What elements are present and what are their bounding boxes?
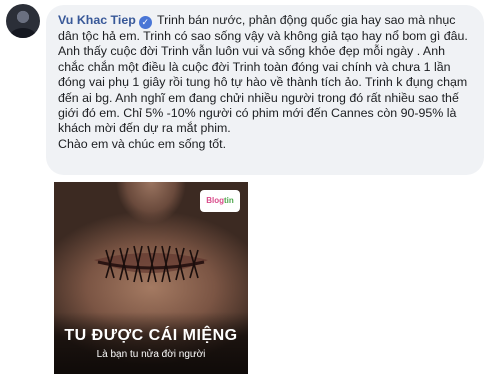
verified-badge-icon: ✓ [138, 16, 152, 29]
avatar-figure [10, 28, 36, 38]
blogtin-logo: Blogtin [200, 190, 240, 212]
caption-subtitle: Là bạn tu nửa đời người [96, 349, 206, 360]
comment-author-name[interactable]: Vu Khac Tiep [58, 13, 136, 27]
comment-text: Trinh bán nước, phản động quốc gia hay s… [58, 13, 468, 136]
comment-text-closing: Chào em và chúc em sống tốt. [58, 136, 227, 151]
comment-attachment-image[interactable]: Blogtin TU ĐƯỢC CÁI MIỆNG Là bạn tu nửa … [54, 182, 248, 374]
author-avatar[interactable] [6, 4, 40, 38]
comment-bubble: Vu Khac Tiep ✓ Trinh bán nước, phản động … [46, 5, 484, 175]
caption-title: TU ĐƯỢC CÁI MIỆNG [64, 327, 238, 344]
